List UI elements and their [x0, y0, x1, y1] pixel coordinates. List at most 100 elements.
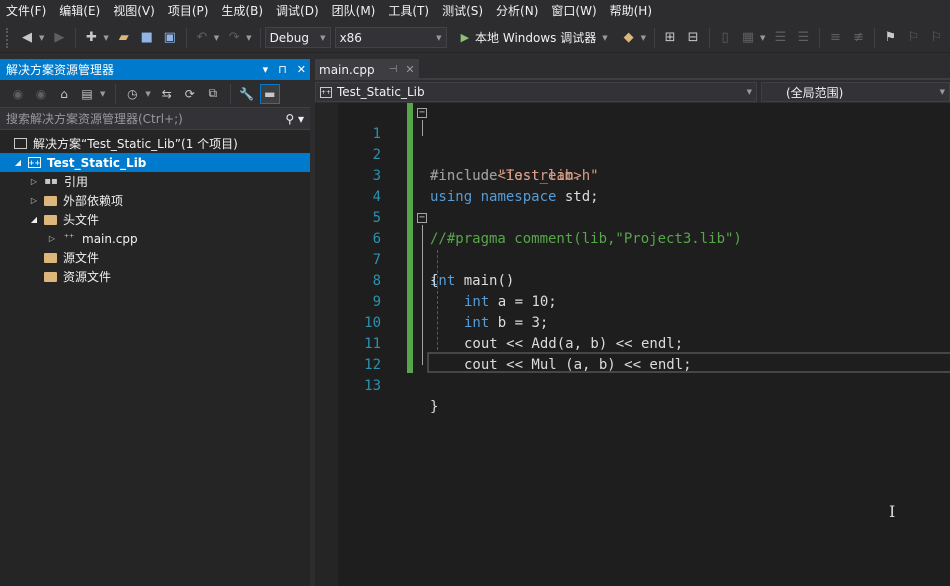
comment-icon[interactable]: ≡: [824, 27, 846, 49]
platform-value: x86: [339, 30, 362, 45]
collapse-all-icon[interactable]: ⧉: [203, 84, 223, 104]
window-position-icon[interactable]: ▾: [263, 63, 269, 76]
collapse-icon[interactable]: −: [417, 213, 427, 223]
prev-bookmark-icon[interactable]: ⚐: [902, 27, 924, 49]
project-scope-value: Test_Static_Lib: [337, 85, 425, 99]
forward-icon[interactable]: ▶: [48, 27, 70, 49]
code-line: 2 #include"Test_lib.h": [315, 124, 950, 184]
tab-main-cpp[interactable]: main.cpp ⊣ ✕: [315, 59, 419, 80]
configuration-value: Debug: [269, 30, 310, 45]
solution-search-input[interactable]: 搜索解决方案资源管理器(Ctrl+;) ⚲ ▾: [0, 108, 310, 130]
tree-item-resource-files[interactable]: 资源文件: [0, 267, 310, 286]
expanded-icon[interactable]: ◢: [28, 215, 40, 224]
text-cursor-icon: I: [889, 502, 896, 521]
search-icon[interactable]: ⚲ ▾: [285, 112, 304, 126]
back-icon[interactable]: ◀: [16, 27, 38, 49]
next-bookmark-icon[interactable]: ⚐: [925, 27, 947, 49]
menu-analyze[interactable]: 分析(N): [492, 0, 547, 23]
code-line: 1 − #include<iostream>: [315, 103, 950, 185]
menu-help[interactable]: 帮助(H): [606, 0, 661, 23]
save-all-icon[interactable]: ▣: [159, 27, 181, 49]
collapsed-icon[interactable]: ▷: [46, 234, 58, 243]
menu-tools[interactable]: 工具(T): [384, 0, 438, 23]
pin-icon[interactable]: ⊣: [389, 64, 398, 75]
back-dropdown-icon[interactable]: ▼: [39, 34, 44, 42]
solution-icon: [14, 138, 27, 149]
tree-item-label: 外部依赖项: [63, 194, 124, 208]
tree-item-label: Test_Static_Lib: [47, 155, 147, 170]
open-folder-icon[interactable]: ▰: [113, 27, 135, 49]
menu-debug[interactable]: 调试(D): [272, 0, 328, 23]
tree-item-main-cpp[interactable]: ▷ ⁺⁺ main.cpp: [0, 229, 310, 248]
build-solution-icon[interactable]: ⊟: [682, 27, 704, 49]
browse-icon[interactable]: ◆: [618, 27, 640, 49]
new-dropdown-icon[interactable]: ▼: [103, 34, 108, 42]
close-icon[interactable]: ✕: [405, 63, 414, 76]
tree-item-header-files[interactable]: ◢ 头文件: [0, 210, 310, 229]
pending-changes-dropdown-icon[interactable]: ▼: [145, 90, 150, 98]
undo-icon[interactable]: ↶: [191, 27, 213, 49]
tree-item-project[interactable]: ◢ ++ Test_Static_Lib: [0, 153, 310, 172]
solution-explorer-titlebar[interactable]: 解决方案资源管理器 ▾ ⊓ ✕: [0, 59, 310, 80]
layout-icon[interactable]: ▦: [737, 27, 759, 49]
menu-project[interactable]: 项目(P): [164, 0, 218, 23]
run-dropdown-icon[interactable]: ▼: [602, 34, 607, 42]
home-icon[interactable]: ⌂: [54, 84, 74, 104]
tree-item-source-files[interactable]: 源文件: [0, 248, 310, 267]
back-icon[interactable]: ◉: [8, 84, 28, 104]
menu-file[interactable]: 文件(F): [2, 0, 55, 23]
folder-icon: [44, 252, 57, 263]
menu-view[interactable]: 视图(V): [109, 0, 164, 23]
undo-dropdown-icon[interactable]: ▼: [214, 34, 219, 42]
redo-icon[interactable]: ↷: [223, 27, 245, 49]
panel-title: 解决方案资源管理器: [6, 63, 115, 77]
collapse-icon[interactable]: −: [417, 108, 427, 118]
menu-edit[interactable]: 编辑(E): [55, 0, 109, 23]
switch-views-dropdown-icon[interactable]: ▼: [100, 90, 105, 98]
run-label: 本地 Windows 调试器: [475, 31, 597, 45]
sync-icon[interactable]: ⇆: [157, 84, 177, 104]
forward-icon[interactable]: ◉: [31, 84, 51, 104]
menu-team[interactable]: 团队(M): [328, 0, 385, 23]
collapsed-icon[interactable]: ▷: [28, 196, 40, 205]
properties-icon[interactable]: 🔧: [237, 84, 257, 104]
menu-build[interactable]: 生成(B): [217, 0, 272, 23]
tree-item-references[interactable]: ▷ ▪▪ 引用: [0, 172, 310, 191]
code-editor[interactable]: 1 − #include<iostream> 2 #include"Test_l…: [315, 103, 950, 586]
new-project-icon[interactable]: ✚: [80, 27, 102, 49]
build-icon[interactable]: ⊞: [659, 27, 681, 49]
bookmark-toggle-icon[interactable]: ⚑: [879, 27, 901, 49]
close-icon[interactable]: ✕: [297, 63, 306, 76]
tree-item-solution[interactable]: 解决方案“Test_Static_Lib”(1 个项目): [0, 134, 310, 153]
redo-dropdown-icon[interactable]: ▼: [246, 34, 251, 42]
configuration-select[interactable]: Debug ▼: [264, 27, 331, 48]
switch-views-icon[interactable]: ▤: [77, 84, 97, 104]
menu-window[interactable]: 窗口(W): [547, 0, 605, 23]
solution-explorer: 解决方案资源管理器 ▾ ⊓ ✕ ◉ ◉ ⌂ ▤ ▼ ◷ ▼ ⇆ ⟳ ⧉ 🔧 ▬ …: [0, 59, 310, 586]
global-scope-value: (全局范围): [786, 85, 844, 100]
platform-select[interactable]: x86 ▼: [334, 27, 447, 48]
uncomment-icon[interactable]: ≢: [847, 27, 869, 49]
tab-label: main.cpp: [319, 62, 375, 77]
pending-changes-icon[interactable]: ◷: [122, 84, 142, 104]
collapsed-icon[interactable]: ▷: [28, 177, 40, 186]
pin-icon[interactable]: ⊓: [278, 63, 287, 76]
bookmark-icon[interactable]: ▯: [714, 27, 736, 49]
chevron-down-icon: ▼: [939, 88, 945, 96]
preview-icon[interactable]: ▬: [259, 83, 280, 104]
layout-dropdown-icon[interactable]: ▼: [760, 34, 765, 42]
project-scope-select[interactable]: ++ Test_Static_Lib ▼: [315, 82, 757, 102]
expanded-icon[interactable]: ◢: [12, 158, 24, 167]
refresh-icon[interactable]: ⟳: [180, 84, 200, 104]
menu-bar: 文件(F) 编辑(E) 视图(V) 项目(P) 生成(B) 调试(D) 团队(M…: [0, 0, 950, 23]
toolbar-grip[interactable]: [6, 27, 10, 48]
tree-item-external-deps[interactable]: ▷ 外部依赖项: [0, 191, 310, 210]
menu-test[interactable]: 测试(S): [438, 0, 492, 23]
indent-right-icon[interactable]: ☰: [792, 27, 814, 49]
search-placeholder: 搜索解决方案资源管理器(Ctrl+;): [6, 112, 183, 126]
save-icon[interactable]: ■: [136, 27, 158, 49]
start-debugging-button[interactable]: ▶ 本地 Windows 调试器 ▼: [461, 29, 612, 46]
browse-dropdown-icon[interactable]: ▼: [641, 34, 646, 42]
global-scope-select[interactable]: (全局范围) ▼: [761, 82, 950, 102]
indent-left-icon[interactable]: ☰: [769, 27, 791, 49]
